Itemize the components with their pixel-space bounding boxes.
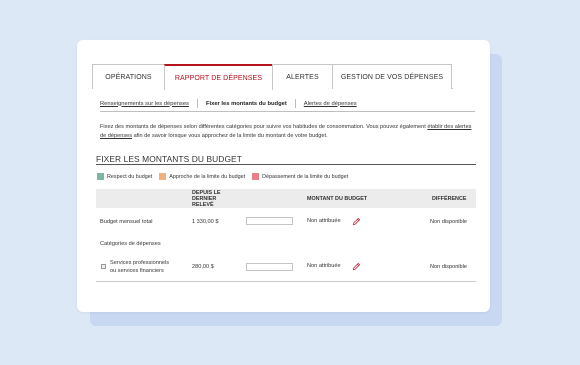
budget-legend: Respect du budget Approche de la limite … (97, 173, 355, 180)
row-label-line: ou services financiers (110, 268, 164, 274)
legend-item-approche: Approche de la limite du budget (159, 173, 245, 180)
description-part1: Fixez des montants de dépenses selon dif… (100, 124, 428, 130)
legend-label: Respect du budget (107, 173, 153, 180)
row-difference: Non disponible (430, 264, 468, 270)
row-amount: 280,00 $ (192, 264, 214, 270)
legend-swatch-orange (159, 173, 167, 180)
header-difference: DIFFÉRENCE (432, 196, 467, 202)
description-text: Fixez des montants de dépenses selon dif… (100, 123, 477, 141)
subnav-separator (294, 99, 296, 108)
category-checkbox[interactable] (101, 264, 106, 269)
row-status: Non attribuée (307, 263, 341, 269)
legend-label: Approche de la limite du budget (169, 173, 246, 180)
tab-gestion-depenses[interactable]: GESTION DE VOS DÉPENSES (332, 64, 452, 89)
categories-label: Catégories de dépenses (100, 241, 161, 247)
row-label: Services professionnels ou services fina… (110, 259, 169, 275)
main-panel: OPÉRATIONS RAPPORT DE DÉPENSES ALERTES G… (77, 40, 490, 312)
sub-navigation: Renseignements sur les dépenses Fixer le… (100, 96, 475, 112)
table-bottom-divider (96, 281, 476, 282)
table-row-services: Services professionnels ou services fina… (96, 259, 476, 277)
header-line: RELEVÉ (192, 202, 214, 208)
row-label-line: Services professionnels (110, 260, 170, 266)
pencil-icon[interactable] (352, 217, 361, 228)
row-label: Budget mensuel total (100, 219, 153, 225)
tab-rapport-depenses[interactable]: RAPPORT DE DÉPENSES (164, 64, 273, 90)
table-row-categories: Catégories de dépenses (96, 240, 476, 250)
pencil-icon[interactable] (352, 262, 361, 273)
section-title: FIXER LES MONTANTS DU BUDGET (96, 154, 476, 165)
legend-swatch-green (97, 173, 104, 180)
row-status: Non attribuée (307, 218, 341, 224)
budget-input-services[interactable] (246, 263, 293, 271)
row-amount: 1 330,00 $ (192, 219, 219, 225)
tab-operations[interactable]: OPÉRATIONS (92, 64, 165, 89)
subnav-alertes-link[interactable]: Alertes de dépenses (304, 101, 357, 107)
table-header: DEPUIS LE DERNIER RELEVÉ MONTANT DU BUDG… (96, 189, 476, 208)
tab-bar: OPÉRATIONS RAPPORT DE DÉPENSES ALERTES G… (92, 64, 453, 90)
tab-alertes[interactable]: ALERTES (272, 64, 333, 89)
subnav-fixer-montants: Fixer les montants du budget (205, 100, 287, 107)
legend-label: Dépassement de la limite du budget (262, 173, 349, 180)
header-montant-budget: MONTANT DU BUDGET (307, 196, 368, 202)
legend-item-depassement: Dépassement de la limite du budget (252, 173, 348, 180)
description-part2: afin de savoir lorsque vous approchez de… (132, 133, 328, 139)
legend-swatch-red (252, 173, 260, 180)
header-depuis-releve: DEPUIS LE DERNIER RELEVÉ (192, 190, 220, 208)
budget-input-total[interactable] (246, 217, 293, 225)
row-difference: Non disponible (430, 219, 468, 225)
subnav-renseignements-link[interactable]: Renseignements sur les dépenses (100, 101, 189, 107)
subnav-separator (196, 99, 198, 108)
table-row-total: Budget mensuel total 1 330,00 $ Non attr… (96, 216, 476, 228)
legend-item-respect: Respect du budget (97, 173, 152, 180)
